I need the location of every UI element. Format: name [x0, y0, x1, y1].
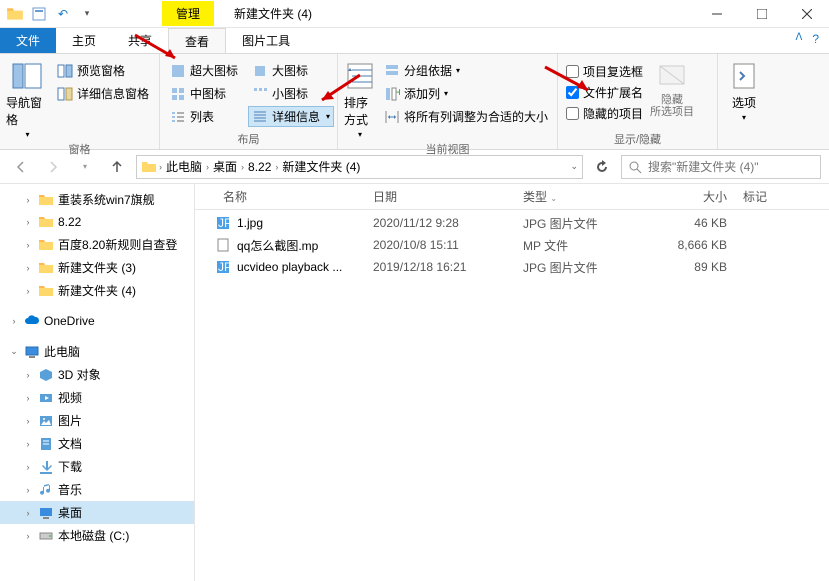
chk-hidden-items[interactable]: 隐藏的项目: [564, 104, 645, 123]
groupby-button[interactable]: 分组依据 ▾: [380, 60, 552, 81]
search-icon: [628, 160, 642, 174]
file-row[interactable]: qq怎么截图.mp 2020/10/8 15:11 MP 文件 8,666 KB: [195, 234, 829, 256]
tree-item[interactable]: ›本地磁盘 (C:): [0, 524, 194, 547]
nav-forward-button[interactable]: [40, 154, 66, 180]
svg-text:+: +: [396, 86, 400, 99]
tree-item[interactable]: ›新建文件夹 (4): [0, 279, 194, 302]
tree-item[interactable]: ›重装系统win7旗舰: [0, 188, 194, 211]
tab-share[interactable]: 共享: [112, 28, 168, 53]
col-name[interactable]: 名称: [195, 188, 365, 205]
maximize-button[interactable]: [739, 0, 784, 28]
preview-pane-button[interactable]: 预览窗格: [53, 60, 153, 81]
col-type[interactable]: 类型 ⌄: [515, 188, 645, 205]
column-headers[interactable]: 名称 日期 类型 ⌄ 大小 标记: [195, 184, 829, 210]
ribbon-collapse-icon[interactable]: ᐱ: [795, 32, 802, 46]
col-tag[interactable]: 标记: [735, 188, 815, 205]
tree-item[interactable]: ›视频: [0, 386, 194, 409]
refresh-button[interactable]: [589, 154, 615, 180]
chk-file-extensions[interactable]: 文件扩展名: [564, 83, 645, 102]
sort-button[interactable]: 排序方式 ▾: [344, 56, 376, 139]
breadcrumb-item[interactable]: 8.22: [246, 160, 273, 174]
group-label-showhide: 显示/隐藏: [564, 129, 711, 149]
close-button[interactable]: [784, 0, 829, 28]
cloud-icon: [24, 313, 40, 329]
file-list: 名称 日期 类型 ⌄ 大小 标记 JPG1.jpg 2020/11/12 9:2…: [195, 184, 829, 581]
search-box[interactable]: [621, 155, 821, 179]
qat-properties-icon[interactable]: [30, 5, 48, 23]
nav-recent-button[interactable]: ▾: [72, 154, 98, 180]
window-title: 新建文件夹 (4): [234, 5, 312, 22]
fitcols-button[interactable]: 将所有列调整为合适的大小: [380, 106, 552, 127]
tab-file[interactable]: 文件: [0, 28, 56, 53]
tab-view[interactable]: 查看: [168, 28, 226, 53]
minimize-button[interactable]: [694, 0, 739, 28]
breadcrumb-dropdown-icon[interactable]: ⌄: [570, 161, 578, 172]
nav-up-button[interactable]: [104, 154, 130, 180]
file-row[interactable]: JPGucvideo playback ... 2019/12/18 16:21…: [195, 256, 829, 278]
breadcrumb-item[interactable]: 新建文件夹 (4): [280, 158, 362, 175]
layout-medium-icons[interactable]: 中图标: [166, 83, 242, 104]
breadcrumb-item[interactable]: 此电脑: [164, 158, 204, 175]
qat-undo-icon[interactable]: ↶: [54, 5, 72, 23]
tree-item[interactable]: ›图片: [0, 409, 194, 432]
nav-tree[interactable]: ›重装系统win7旗舰›8.22›百度8.20新规则自查登›新建文件夹 (3)›…: [0, 184, 195, 581]
addcol-button[interactable]: +添加列 ▾: [380, 83, 552, 104]
tree-item[interactable]: ›新建文件夹 (3): [0, 256, 194, 279]
nav-back-button[interactable]: [8, 154, 34, 180]
group-label-layout: 布局: [166, 129, 331, 149]
col-size[interactable]: 大小: [645, 188, 735, 205]
folder-icon: [6, 5, 24, 23]
tree-item[interactable]: ›3D 对象: [0, 363, 194, 386]
tree-thispc[interactable]: ⌄ 此电脑: [0, 340, 194, 363]
layout-small-icons[interactable]: 小图标: [248, 83, 334, 104]
address-bar: ▾ › 此电脑› 桌面› 8.22› 新建文件夹 (4) ⌄: [0, 150, 829, 184]
tree-item[interactable]: ›桌面: [0, 501, 194, 524]
tree-onedrive[interactable]: › OneDrive: [0, 310, 194, 332]
tree-item[interactable]: ›文档: [0, 432, 194, 455]
qat-dropdown-icon[interactable]: ▾: [78, 5, 96, 23]
ribbon: 导航窗格 ▾ 预览窗格 详细信息窗格 窗格 超大图标 大图标 中图标: [0, 54, 829, 150]
help-icon[interactable]: ?: [812, 32, 819, 46]
pc-icon: [24, 344, 40, 360]
manage-tab[interactable]: 管理: [162, 1, 214, 26]
tree-item[interactable]: ›8.22: [0, 211, 194, 233]
tab-home[interactable]: 主页: [56, 28, 112, 53]
layout-large-icons[interactable]: 大图标: [248, 60, 334, 81]
layout-list[interactable]: 列表: [166, 106, 242, 127]
ribbon-tabs: 文件 主页 共享 查看 图片工具 ᐱ ?: [0, 28, 829, 54]
details-pane-button[interactable]: 详细信息窗格: [53, 83, 153, 104]
col-date[interactable]: 日期: [365, 188, 515, 205]
svg-text:JPG: JPG: [218, 260, 231, 274]
hide-selected-button[interactable]: 隐藏所选项目: [649, 56, 695, 118]
breadcrumb-item[interactable]: 桌面: [211, 158, 239, 175]
tree-item[interactable]: ›百度8.20新规则自查登: [0, 233, 194, 256]
tree-item[interactable]: ›下载: [0, 455, 194, 478]
nav-pane-button[interactable]: 导航窗格 ▾: [6, 56, 49, 139]
svg-text:JPG: JPG: [218, 216, 231, 230]
layout-details[interactable]: 详细信息▾: [248, 106, 334, 127]
layout-xl-icons[interactable]: 超大图标: [166, 60, 242, 81]
titlebar: ↶ ▾ 管理 新建文件夹 (4): [0, 0, 829, 28]
file-row[interactable]: JPG1.jpg 2020/11/12 9:28 JPG 图片文件 46 KB: [195, 212, 829, 234]
tree-item[interactable]: ›音乐: [0, 478, 194, 501]
chk-item-checkboxes[interactable]: 项目复选框: [564, 62, 645, 81]
folder-icon: [141, 159, 157, 175]
options-button[interactable]: 选项 ▾: [724, 56, 764, 122]
breadcrumb[interactable]: › 此电脑› 桌面› 8.22› 新建文件夹 (4) ⌄: [136, 155, 583, 179]
tab-picture-tools[interactable]: 图片工具: [226, 28, 306, 53]
search-input[interactable]: [648, 160, 814, 174]
